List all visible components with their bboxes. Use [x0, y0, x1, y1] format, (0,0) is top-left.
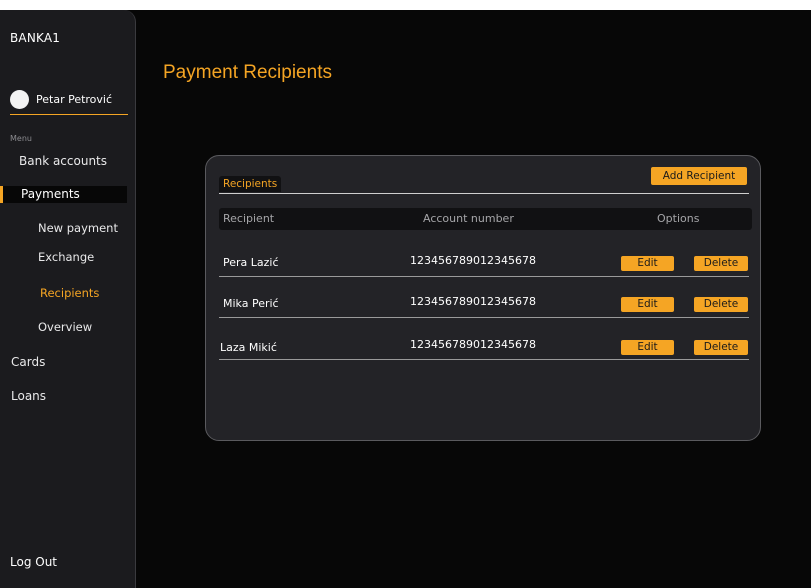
sidebar-item-new-payment[interactable]: New payment [38, 221, 118, 235]
account-number: 123456789012345678 [410, 295, 536, 308]
sidebar-item-payments[interactable]: Payments [0, 186, 127, 203]
account-number: 123456789012345678 [410, 254, 536, 267]
page-title: Payment Recipients [163, 62, 332, 83]
sidebar-item-overview[interactable]: Overview [38, 320, 92, 334]
column-header-recipient: Recipient [223, 212, 275, 225]
edit-button[interactable]: Edit [621, 340, 674, 355]
sidebar-item-loans[interactable]: Loans [11, 389, 46, 403]
tab-underline [219, 193, 749, 194]
tab-recipients[interactable]: Recipients [219, 176, 282, 192]
recipient-name: Pera Lazić [223, 256, 279, 269]
account-number: 123456789012345678 [410, 338, 536, 351]
sidebar-item-exchange[interactable]: Exchange [38, 250, 94, 264]
brand-logo: BANKA1 [10, 31, 61, 45]
user-profile[interactable]: Petar Petrović [10, 90, 128, 115]
menu-label: Menu [10, 134, 32, 143]
table-header: Recipient Account number Options [219, 208, 752, 230]
table-row: Mika Perić 123456789012345678 Edit Delet… [219, 290, 749, 318]
sidebar-item-bank-accounts[interactable]: Bank accounts [19, 154, 107, 168]
add-recipient-button[interactable]: Add Recipient [651, 167, 747, 185]
delete-button[interactable]: Delete [694, 340, 748, 355]
column-header-account-number: Account number [423, 212, 514, 225]
recipients-card: Recipients Add Recipient Recipient Accou… [205, 155, 761, 441]
table-row: Laza Mikić 123456789012345678 Edit Delet… [219, 332, 749, 360]
delete-button[interactable]: Delete [694, 297, 748, 312]
sidebar-item-payments-label: Payments [21, 187, 80, 201]
recipient-name: Mika Perić [223, 297, 279, 310]
sidebar: BANKA1 Petar Petrović Menu Bank accounts… [0, 10, 136, 588]
avatar [10, 90, 29, 109]
column-header-options: Options [657, 212, 700, 225]
table-row: Pera Lazić 123456789012345678 Edit Delet… [219, 249, 749, 277]
logout-button[interactable]: Log Out [10, 555, 57, 569]
user-name: Petar Petrović [36, 93, 113, 106]
sidebar-item-cards[interactable]: Cards [11, 355, 45, 369]
edit-button[interactable]: Edit [621, 297, 674, 312]
app-window: BANKA1 Petar Petrović Menu Bank accounts… [0, 10, 811, 588]
recipient-name: Laza Mikić [220, 341, 277, 354]
delete-button[interactable]: Delete [694, 256, 748, 271]
edit-button[interactable]: Edit [621, 256, 674, 271]
sidebar-item-recipients[interactable]: Recipients [40, 286, 99, 300]
